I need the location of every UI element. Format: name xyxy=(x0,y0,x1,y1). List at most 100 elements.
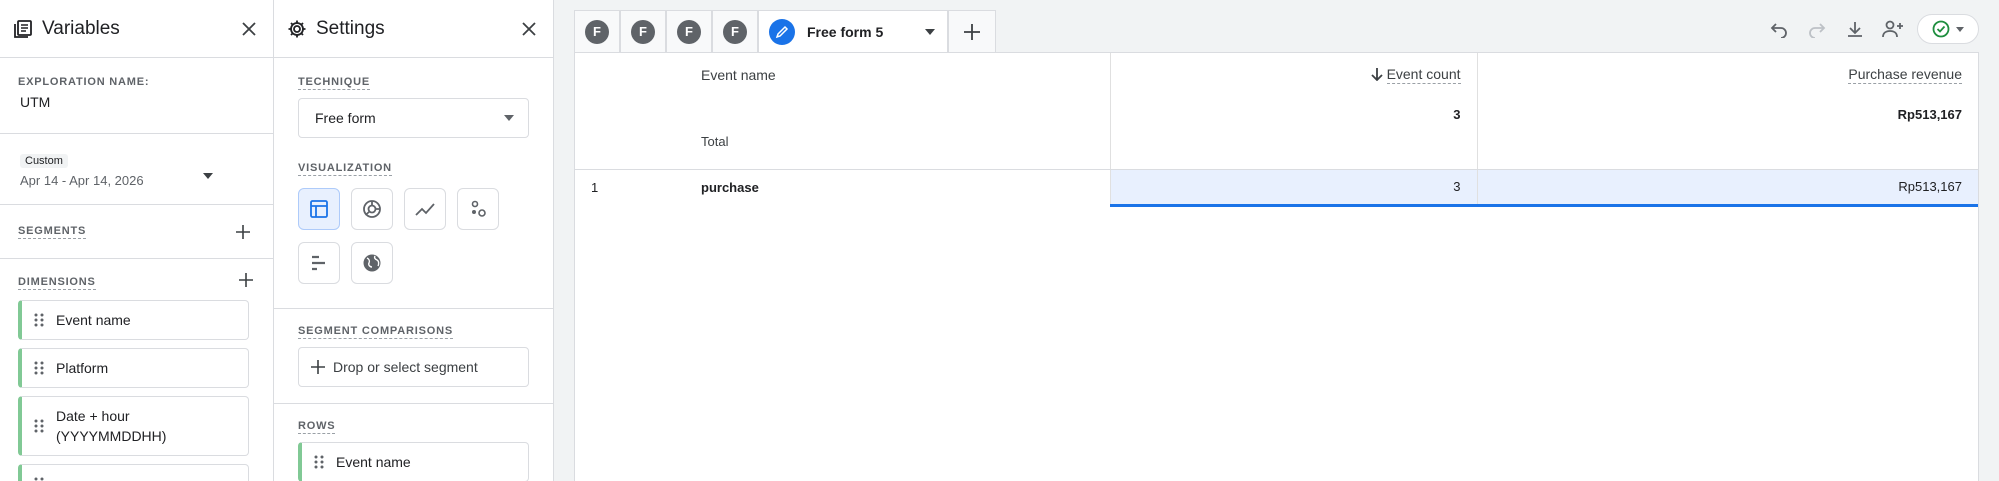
chevron-down-icon xyxy=(1956,26,1964,32)
variables-title: Variables xyxy=(42,17,120,39)
technique-select[interactable]: Free form xyxy=(298,98,529,138)
tab-2[interactable]: F xyxy=(620,10,666,52)
date-range-value: Apr 14 - Apr 14, 2026 xyxy=(20,173,144,188)
globe-icon xyxy=(363,254,381,272)
drop-segment-target[interactable]: Drop or select segment xyxy=(298,347,529,387)
chevron-down-icon[interactable] xyxy=(925,28,935,35)
viz-scatter-button[interactable] xyxy=(457,188,499,230)
viz-donut-button[interactable] xyxy=(351,188,393,230)
add-tab-button[interactable] xyxy=(948,10,996,52)
pencil-icon xyxy=(769,18,795,45)
totals-index-cell xyxy=(575,97,685,170)
exploration-canvas-area: F F F F Free form 5 Event name Event cou… xyxy=(554,0,1999,481)
bar-chart-icon xyxy=(312,255,325,271)
tab-4[interactable]: F xyxy=(712,10,758,52)
share-icon xyxy=(1882,20,1903,38)
dimensions-label: DIMENSIONS xyxy=(18,275,96,290)
undo-icon xyxy=(1770,23,1787,38)
dimension-chip-label: Date + hour (YYYYMMDDHH) xyxy=(56,408,167,444)
visualization-label: VISUALIZATION xyxy=(298,162,392,176)
technique-value: Free form xyxy=(315,110,376,126)
viz-table-button[interactable] xyxy=(298,188,340,230)
chevron-down-icon xyxy=(203,166,213,184)
dimension-chip[interactable]: Platform xyxy=(18,348,249,388)
close-icon xyxy=(522,21,536,36)
row-purchase-revenue: Rp513,167 xyxy=(1476,169,1978,207)
segments-label: SEGMENTS xyxy=(18,224,87,239)
rows-dimension-chip[interactable]: Event name xyxy=(298,442,529,481)
variables-icon xyxy=(12,18,34,40)
close-variables-button[interactable] xyxy=(237,17,261,41)
arrow-down-icon xyxy=(1370,68,1383,81)
drop-segment-label: Drop or select segment xyxy=(333,359,478,375)
tab-3[interactable]: F xyxy=(666,10,712,52)
plus-icon xyxy=(239,273,253,287)
add-dimension-button[interactable] xyxy=(239,273,253,292)
segments-section: SEGMENTS xyxy=(0,205,273,259)
tab-avatar: F xyxy=(677,19,701,44)
drag-handle-icon xyxy=(34,313,44,327)
canvas-toolbar xyxy=(1765,14,1979,44)
segment-comparisons-section: SEGMENT COMPARISONS Drop or select segme… xyxy=(274,309,553,387)
plus-icon xyxy=(311,360,325,374)
header-metric-event-count-label: Event count xyxy=(1386,66,1461,84)
rows-label: ROWS xyxy=(298,420,336,434)
share-button[interactable] xyxy=(1879,15,1907,43)
dimensions-header: DIMENSIONS xyxy=(0,259,273,300)
drag-handle-icon xyxy=(34,477,44,481)
table-icon xyxy=(310,200,328,218)
add-segment-button[interactable] xyxy=(233,222,253,242)
segment-comparisons-label: SEGMENT COMPARISONS xyxy=(298,325,453,339)
download-button[interactable] xyxy=(1841,15,1869,43)
drag-handle-icon xyxy=(34,361,44,375)
table-row[interactable]: 1 purchase 3 Rp513,167 xyxy=(575,169,1978,207)
dimension-chip-label: Platform xyxy=(56,360,109,376)
exploration-name-section: EXPLORATION NAME: UTM xyxy=(0,58,273,134)
results-table: Event name Event count Purchase revenue … xyxy=(575,53,1978,207)
table-header-row: Event name Event count Purchase revenue xyxy=(575,53,1978,97)
plus-icon xyxy=(236,224,250,239)
totals-event-count: 3 xyxy=(1109,97,1477,170)
technique-label: TECHNIQUE xyxy=(298,76,370,90)
download-icon xyxy=(1848,22,1862,37)
tab-1[interactable]: F xyxy=(574,10,620,52)
line-chart-icon xyxy=(415,203,435,216)
totals-label: Total xyxy=(685,97,1110,170)
row-event-name[interactable]: purchase xyxy=(685,169,1110,205)
variables-panel: Variables EXPLORATION NAME: UTM Custom A… xyxy=(0,0,274,481)
viz-bar-button[interactable] xyxy=(298,242,340,284)
exploration-name-value[interactable]: UTM xyxy=(20,94,255,110)
header-metric-event-count[interactable]: Event count xyxy=(1109,53,1477,97)
close-settings-button[interactable] xyxy=(517,17,541,41)
visualization-section: VISUALIZATION xyxy=(274,138,553,284)
header-metric-purchase-revenue[interactable]: Purchase revenue xyxy=(1476,53,1978,97)
technique-section: TECHNIQUE Free form xyxy=(274,58,553,138)
donut-icon xyxy=(363,200,381,218)
status-menu[interactable] xyxy=(1917,14,1979,44)
header-metric-purchase-revenue-label: Purchase revenue xyxy=(1848,66,1962,84)
exploration-app: Variables EXPLORATION NAME: UTM Custom A… xyxy=(0,0,1999,481)
dimension-chip[interactable]: Event name xyxy=(18,300,249,340)
active-tab-label: Free form 5 xyxy=(807,23,884,40)
viz-geo-button[interactable] xyxy=(351,242,393,284)
rows-dimension-label: Event name xyxy=(336,454,411,470)
date-range-picker[interactable]: Custom Apr 14 - Apr 14, 2026 xyxy=(0,134,273,205)
header-dimension[interactable]: Event name xyxy=(685,53,1110,97)
settings-header: Settings xyxy=(274,0,553,58)
viz-line-button[interactable] xyxy=(404,188,446,230)
row-event-count: 3 xyxy=(1109,169,1477,207)
header-dimension-label: Event name xyxy=(701,67,776,83)
visualization-options xyxy=(298,188,529,284)
tab-avatar: F xyxy=(585,19,609,44)
scatter-icon xyxy=(471,200,486,217)
dimension-chip-partial[interactable] xyxy=(18,464,249,481)
undo-button[interactable] xyxy=(1765,15,1793,43)
redo-button[interactable] xyxy=(1803,15,1831,43)
rows-section: ROWS Event name xyxy=(274,404,553,481)
totals-purchase-revenue: Rp513,167 xyxy=(1476,97,1978,170)
tab-active[interactable]: Free form 5 xyxy=(758,10,948,52)
free-form-table-canvas: Event name Event count Purchase revenue … xyxy=(574,52,1979,481)
gear-icon xyxy=(286,18,308,40)
tab-avatar: F xyxy=(723,19,747,44)
dimension-chip[interactable]: Date + hour (YYYYMMDDHH) xyxy=(18,396,249,456)
